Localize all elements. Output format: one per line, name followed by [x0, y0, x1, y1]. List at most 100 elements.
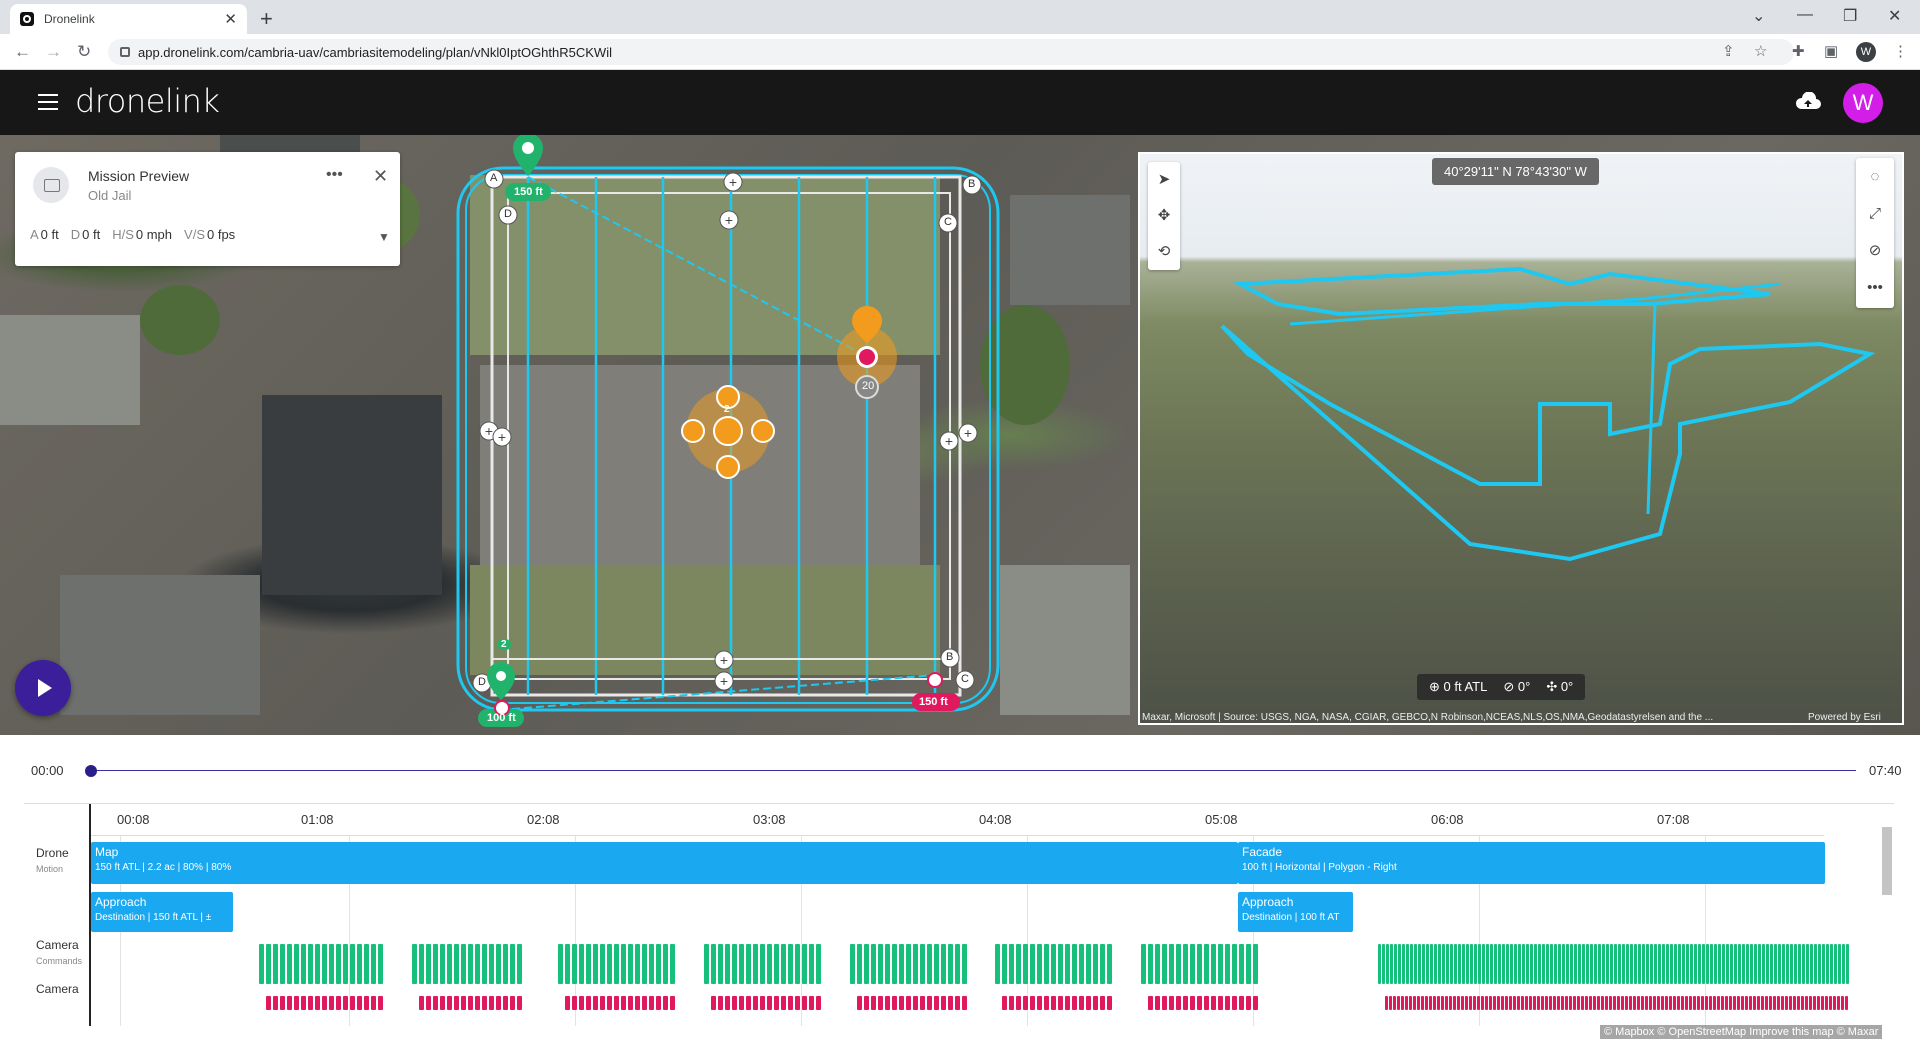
3d-preview-panel[interactable]: 40°29'11" N 78°43'30" W ➤ ✥ ⟲ ◌ ⤢ ⊘ ••• … [1138, 152, 1904, 725]
close-icon[interactable]: ✕ [373, 166, 388, 187]
camera-command-marker [746, 944, 751, 984]
tab-close-icon[interactable]: ✕ [224, 10, 237, 28]
camera-capture-marker [920, 996, 925, 1010]
playhead[interactable] [89, 804, 91, 1026]
timeline-ruler: 00:08 01:08 02:08 03:08 04:08 05:08 06:0… [89, 804, 1824, 836]
compass-icon[interactable]: ➤ [1148, 162, 1180, 198]
browser-profile-avatar[interactable]: W [1856, 42, 1876, 62]
camera-command-marker [301, 944, 306, 984]
corner-marker-b[interactable]: B [968, 178, 975, 190]
url-text: app.dronelink.com/cambria-uav/cambriasit… [138, 44, 612, 60]
corner-marker-d[interactable]: D [504, 208, 512, 220]
camera-command-marker [1682, 944, 1685, 984]
camera-capture-marker [1833, 996, 1836, 1010]
reload-icon[interactable]: ↻ [77, 42, 91, 62]
map-motion-block[interactable]: Map 150 ft ATL | 2.2 ac | 80% | 80% [91, 842, 1238, 884]
browser-menu-icon[interactable]: ⋮ [1893, 42, 1908, 60]
camera-capture-marker [419, 996, 424, 1010]
forward-icon[interactable]: → [45, 42, 62, 62]
camera-capture-marker [454, 996, 459, 1010]
camera-command-marker [1670, 944, 1673, 984]
restore-icon[interactable]: ❐ [1843, 6, 1857, 26]
camera-capture-marker [857, 996, 862, 1010]
camera-command-marker [1566, 944, 1569, 984]
mission-stats: A0 ft D0 ft H/S 0 mph V/S 0 fps [30, 227, 235, 242]
camera-capture-marker [1525, 996, 1528, 1010]
more-options-icon[interactable]: ••• [326, 166, 343, 184]
camera-capture-marker [1501, 996, 1504, 1010]
hamburger-menu-icon[interactable] [38, 94, 58, 110]
corner-marker-c[interactable]: C [961, 673, 969, 685]
timeline-scrubber[interactable] [91, 770, 1856, 771]
camera-capture-marker [1653, 996, 1656, 1010]
camera-command-marker [1750, 944, 1753, 984]
share-icon[interactable]: ⇪ [1722, 42, 1735, 60]
camera-capture-marker [1253, 996, 1258, 1010]
new-tab-icon[interactable]: + [260, 6, 273, 32]
tick-label: 06:08 [1431, 812, 1464, 827]
camera-capture-marker [1749, 996, 1752, 1010]
camera-capture-marker [600, 996, 605, 1010]
scrollbar-thumb[interactable] [1882, 827, 1892, 895]
window-close-icon[interactable]: ✕ [1888, 6, 1901, 26]
corner-marker-d[interactable]: D [478, 676, 486, 688]
map-attribution[interactable]: © Mapbox © OpenStreetMap Improve this ma… [1600, 1025, 1883, 1039]
extensions-icon[interactable]: ✚ [1792, 42, 1805, 60]
corner-marker-b[interactable]: B [946, 651, 953, 663]
camera-capture-marker [461, 996, 466, 1010]
camera-command-marker [1726, 944, 1729, 984]
camera-command-marker [1626, 944, 1629, 984]
pan-icon[interactable]: ✥ [1148, 198, 1180, 234]
timeline-panel: 00:00 07:40 00:08 01:08 02:08 03:08 04:0… [14, 735, 1904, 1026]
camera-command-marker [1482, 944, 1485, 984]
camera-command-marker [1610, 944, 1613, 984]
timeline-tracks[interactable]: 00:08 01:08 02:08 03:08 04:08 05:08 06:0… [24, 803, 1894, 1026]
facade-motion-block[interactable]: Facade 100 ft | Horizontal | Polygon - R… [1238, 842, 1825, 884]
orbit-icon[interactable]: ⟲ [1148, 234, 1180, 270]
camera-capture-marker [1669, 996, 1672, 1010]
camera-command-marker [1232, 944, 1237, 984]
play-button[interactable] [15, 660, 71, 716]
camera-command-marker [280, 944, 285, 984]
camera-capture-marker [1597, 996, 1600, 1010]
address-bar[interactable]: app.dronelink.com/cambria-uav/cambriasit… [108, 39, 1794, 65]
cloud-upload-icon[interactable] [1795, 92, 1821, 110]
camera-capture-marker [1148, 996, 1153, 1010]
expand-icon[interactable]: ⤢ [1856, 195, 1894, 232]
camera-command-marker [718, 944, 723, 984]
camera-capture-marker [1733, 996, 1736, 1010]
timeline-scrollbar[interactable] [1882, 815, 1892, 1025]
camera-capture-marker [1176, 996, 1181, 1010]
sidepanel-icon[interactable]: ▣ [1824, 42, 1838, 60]
bookmark-star-icon[interactable]: ☆ [1754, 42, 1767, 60]
corner-marker-a[interactable]: A [490, 172, 497, 184]
disable-icon[interactable]: ⊘ [1856, 232, 1894, 269]
powered-by-esri[interactable]: Powered by Esri [1808, 712, 1881, 723]
camera-capture-marker [809, 996, 814, 1010]
hide-icon[interactable]: ◌ [1856, 158, 1894, 195]
back-icon[interactable]: ← [14, 42, 31, 62]
camera-command-marker [892, 944, 897, 984]
scrubber-handle[interactable] [85, 765, 97, 777]
user-avatar[interactable]: W [1843, 83, 1883, 123]
more-icon[interactable]: ••• [1856, 269, 1894, 306]
camera-command-marker [1730, 944, 1733, 984]
browser-tab[interactable]: Dronelink ✕ [10, 4, 247, 34]
chevron-down-icon[interactable]: ▼ [378, 230, 390, 244]
approach-block[interactable]: Approach Destination | 150 ft ATL | ± [91, 892, 233, 932]
camera-command-marker [941, 944, 946, 984]
camera-capture-marker [1417, 996, 1420, 1010]
tick-label: 04:08 [979, 812, 1012, 827]
corner-marker-c[interactable]: C [944, 216, 952, 228]
camera-capture-marker [892, 996, 897, 1010]
camera-command-marker [1107, 944, 1112, 984]
camera-command-marker [767, 944, 772, 984]
tab-search-icon[interactable]: ⌄ [1752, 6, 1765, 26]
camera-command-marker [635, 944, 640, 984]
approach-block[interactable]: Approach Destination | 100 ft AT [1238, 892, 1353, 932]
camera-capture-marker [816, 996, 821, 1010]
minimize-icon[interactable]: — [1797, 6, 1813, 24]
brand-logo[interactable]: dronelink [75, 82, 220, 120]
camera-capture-marker [607, 996, 612, 1010]
camera-capture-marker [1593, 996, 1596, 1010]
